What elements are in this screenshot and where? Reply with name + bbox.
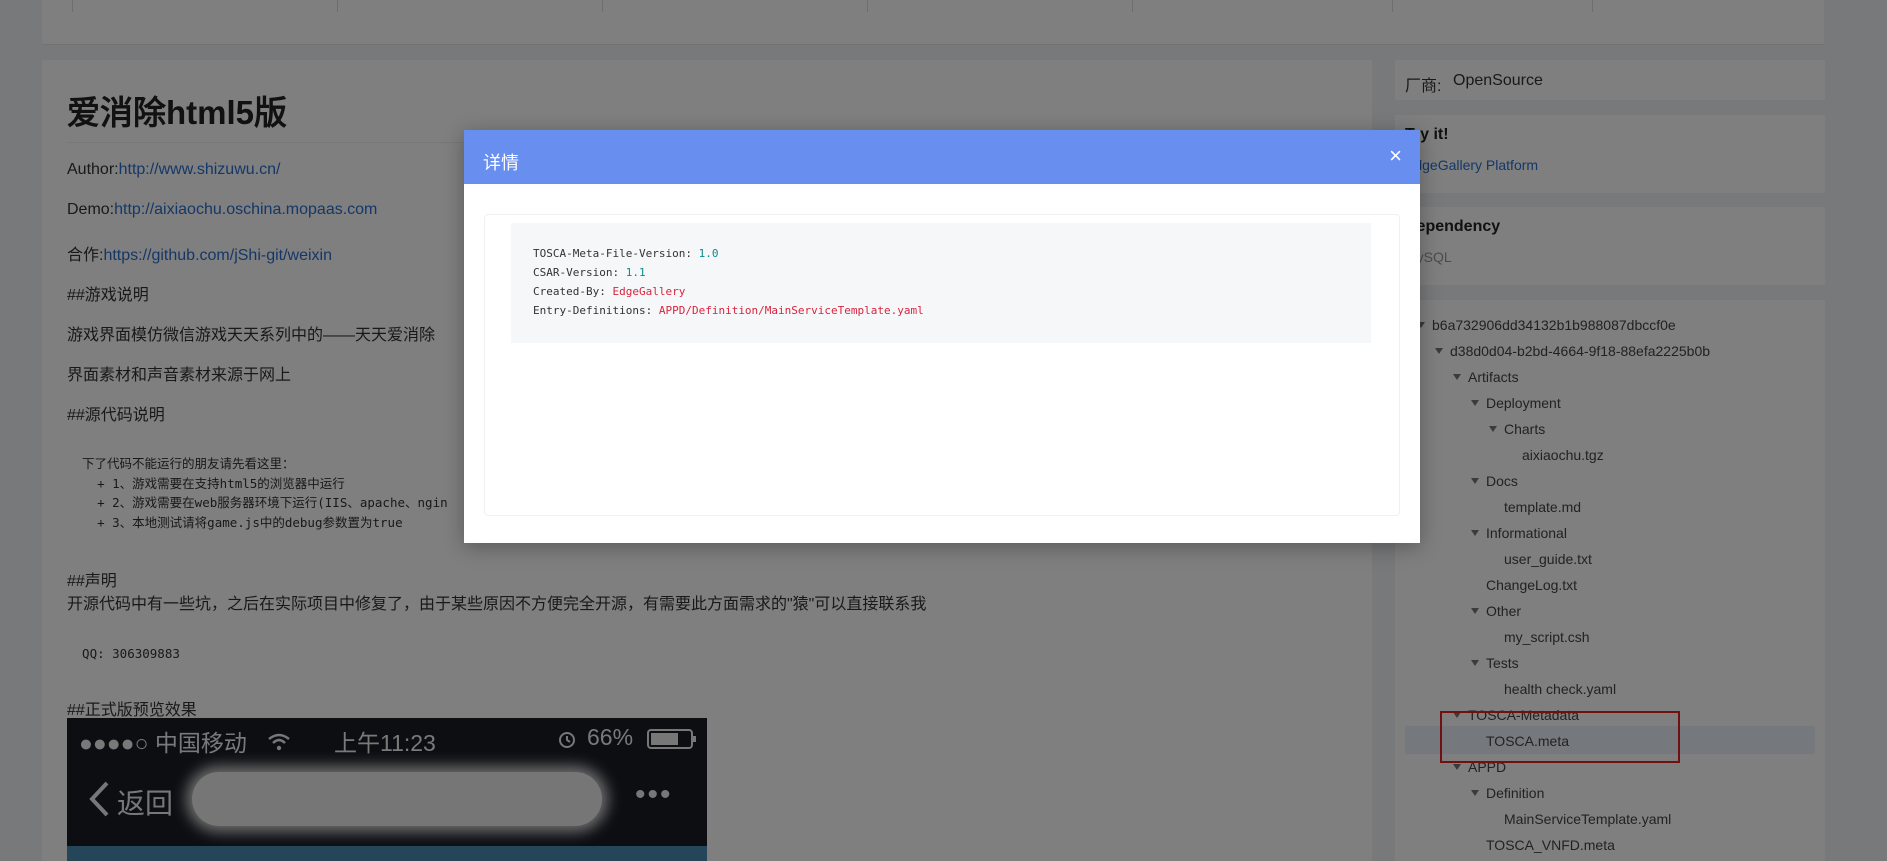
meta-value: 1.1 xyxy=(625,266,646,279)
close-icon[interactable]: × xyxy=(1389,145,1402,167)
dialog-header: 详情 × xyxy=(464,130,1420,184)
dialog-title: 详情 xyxy=(483,153,519,173)
meta-key: CSAR-Version: xyxy=(533,266,626,279)
meta-line: TOSCA-Meta-File-Version: 1.0 xyxy=(533,247,718,260)
meta-content: TOSCA-Meta-File-Version: 1.0 CSAR-Version… xyxy=(511,223,1371,343)
dialog-body: TOSCA-Meta-File-Version: 1.0 CSAR-Version… xyxy=(484,214,1400,516)
meta-key: TOSCA-Meta-File-Version: xyxy=(533,247,699,260)
meta-line: Created-By: EdgeGallery xyxy=(533,285,685,298)
meta-value: APPD/Definition/MainServiceTemplate.yaml xyxy=(658,304,924,317)
detail-dialog: 详情 × TOSCA-Meta-File-Version: 1.0 CSAR-Ve… xyxy=(464,130,1420,543)
meta-key: Created-By: xyxy=(533,285,613,298)
meta-line: Entry-Definitions: APPD/Definition/MainS… xyxy=(533,304,924,317)
meta-key: Entry-Definitions: xyxy=(533,304,659,317)
meta-line: CSAR-Version: 1.1 xyxy=(533,266,646,279)
meta-value: EdgeGallery xyxy=(612,285,686,298)
meta-value: 1.0 xyxy=(698,247,719,260)
